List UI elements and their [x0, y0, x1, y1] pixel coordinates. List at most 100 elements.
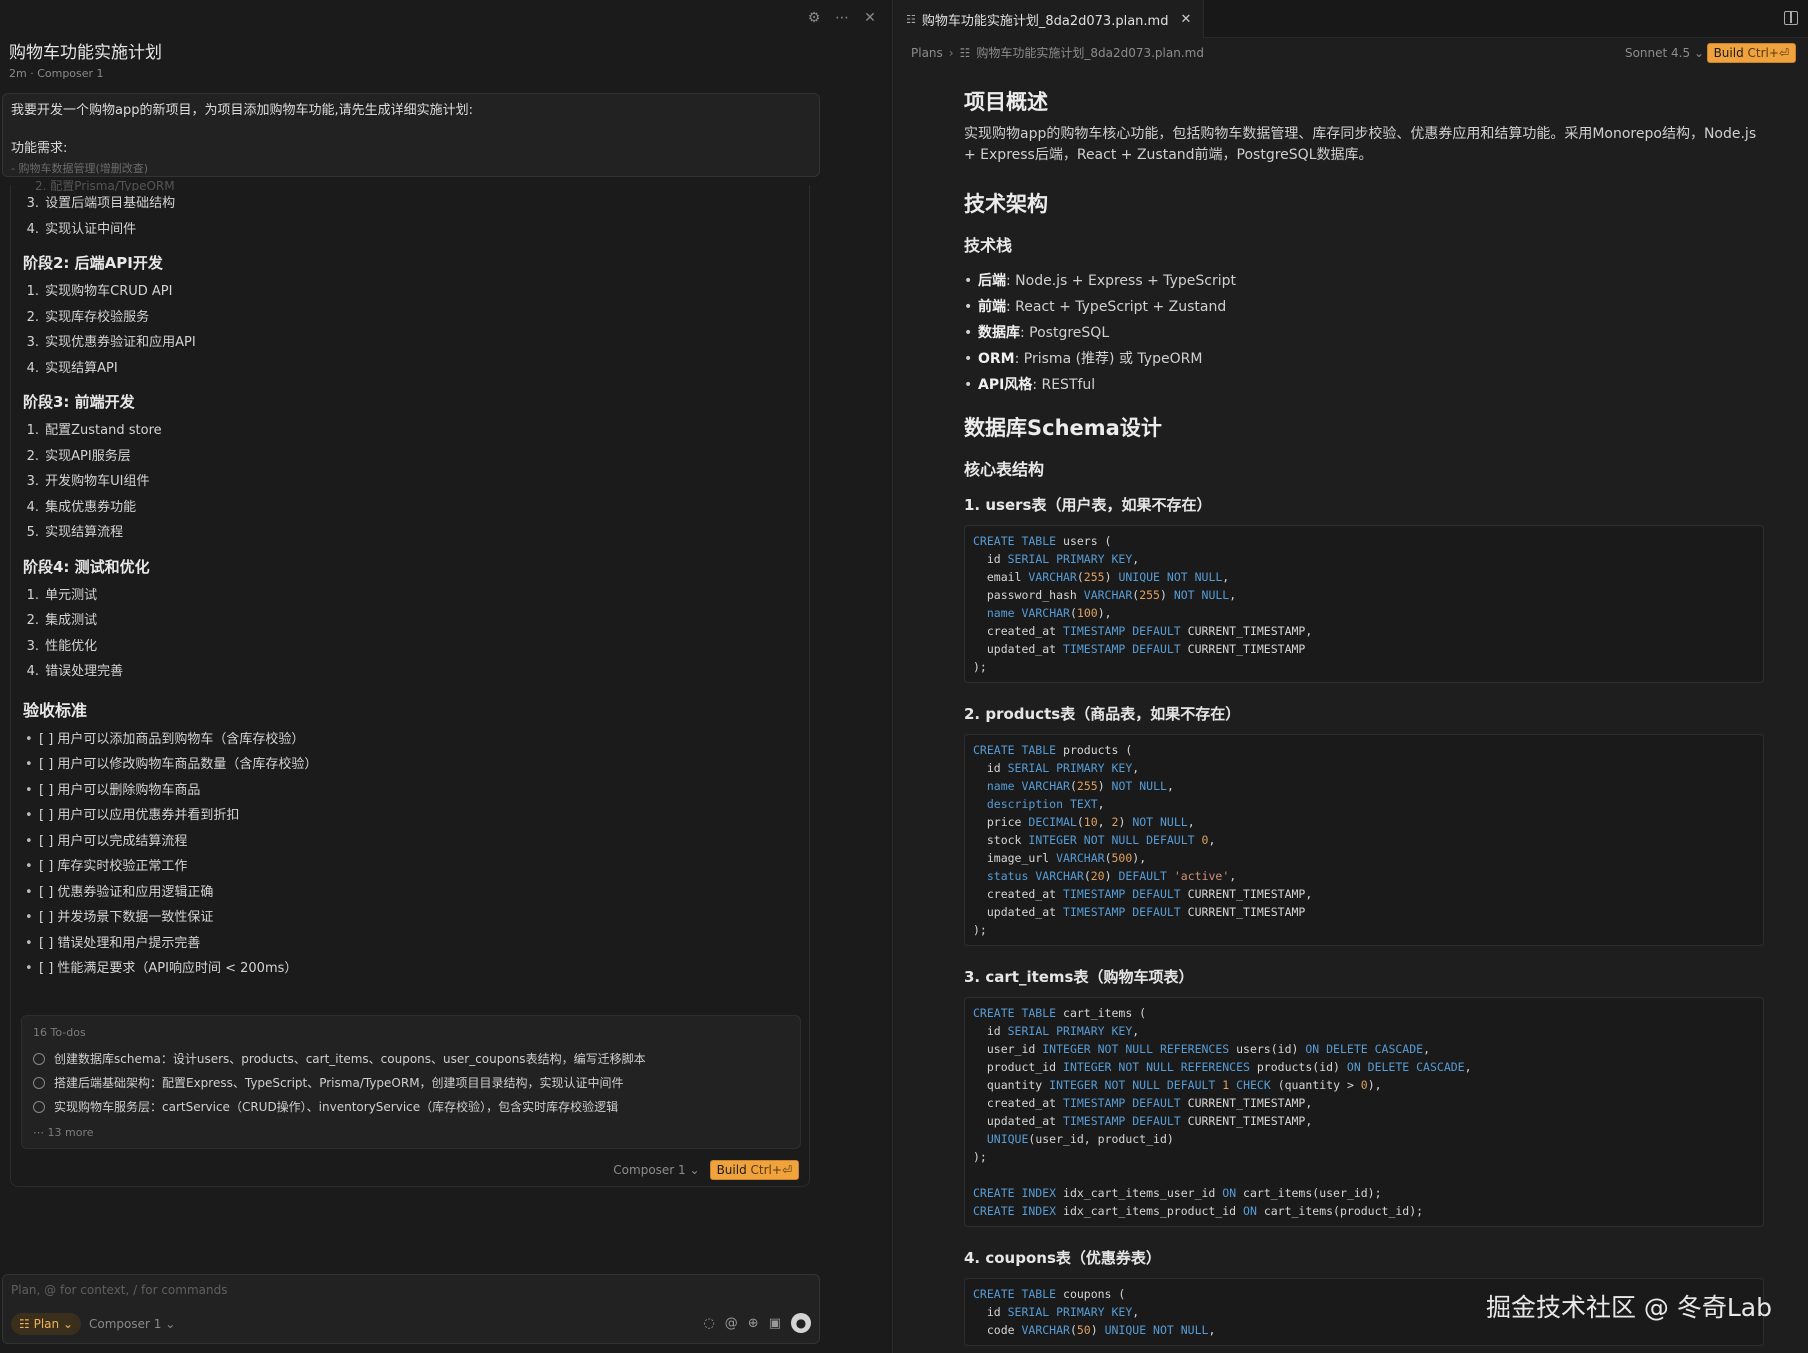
- todos-more-label: 13 more: [47, 1126, 94, 1139]
- todo-checkbox-icon[interactable]: [33, 1076, 45, 1089]
- split-editor-icon[interactable]: [1784, 11, 1798, 25]
- todo-checkbox-icon[interactable]: [33, 1052, 45, 1065]
- build-button[interactable]: Build Ctrl+⏎: [709, 1160, 799, 1180]
- step-text: 配置Zustand store: [45, 423, 162, 438]
- at-mention-icon[interactable]: @: [725, 1316, 738, 1331]
- stack-item: • 前端: React + TypeScript + Zustand: [964, 294, 1764, 320]
- step-text: 开发购物车UI组件: [45, 474, 150, 489]
- acceptance-text: [ ] 用户可以添加商品到购物车（含库存校验）: [39, 731, 305, 747]
- step-text: 集成优惠券功能: [45, 499, 137, 515]
- plan-step: 3. 开发购物车UI组件: [23, 469, 803, 495]
- stack-value: : PostgreSQL: [1020, 325, 1110, 341]
- step-number: 1.: [26, 423, 39, 438]
- code-block: CREATE TABLE products ( id SERIAL PRIMAR…: [964, 734, 1764, 946]
- acceptance-item: • [ ] 性能满足要求（API响应时间 < 200ms）: [23, 956, 803, 982]
- stack-key: 数据库: [978, 325, 1020, 341]
- plan-step: 4. 错误处理完善: [23, 659, 803, 685]
- bullet-icon: •: [25, 782, 33, 798]
- acceptance-text: [ ] 用户可以修改购物车商品数量（含库存校验）: [39, 757, 318, 772]
- build-shortcut: Ctrl+⏎: [750, 1163, 792, 1177]
- microphone-icon[interactable]: ●: [791, 1313, 811, 1333]
- build-button[interactable]: Build Ctrl+⏎: [1706, 43, 1796, 63]
- bullet-icon: •: [964, 377, 973, 393]
- plan-step: 2. 集成测试: [23, 608, 803, 634]
- doc-heading: 数据库Schema设计: [964, 416, 1162, 440]
- step-number: 4.: [26, 664, 39, 679]
- model-selector[interactable]: Sonnet 4.5 ⌄: [1625, 46, 1704, 60]
- plan-card: 2. 配置Prisma/TypeORM 3. 设置后端项目基础结构 4. 实现认证…: [10, 179, 810, 1187]
- bullet-icon: •: [25, 731, 33, 747]
- plan-step: 1. 实现购物车CRUD API: [23, 279, 803, 305]
- build-button-label: Build: [1713, 46, 1744, 60]
- acceptance-item: • [ ] 库存实时校验正常工作: [23, 854, 803, 880]
- step-text: 实现API服务层: [45, 448, 131, 464]
- todos-more-link[interactable]: ⋯ 13 more: [33, 1126, 94, 1139]
- step-number: 4.: [26, 221, 39, 237]
- phase-heading: 阶段4: 测试和优化: [23, 557, 150, 576]
- tab-bar: ☷ 购物车功能实施计划_8da2d073.plan.md ✕: [894, 0, 1808, 38]
- stack-item: • 数据库: PostgreSQL: [964, 320, 1764, 346]
- user-message-line: 我要开发一个购物app的新项目，为项目添加购物车功能,请先生成详细实施计划:: [11, 103, 473, 118]
- breadcrumb-item[interactable]: Plans: [911, 46, 943, 60]
- acceptance-item: • [ ] 用户可以完成结算流程: [23, 829, 803, 855]
- plan-step: 3. 设置后端项目基础结构: [23, 191, 803, 217]
- composer-input[interactable]: Plan, @ for context, / for commands: [11, 1283, 227, 1297]
- step-number: 3.: [26, 335, 39, 350]
- chevron-down-icon: ⌄: [689, 1163, 700, 1177]
- chevron-right-icon: ›: [948, 45, 954, 60]
- acceptance-text: [ ] 并发场景下数据一致性保证: [39, 910, 214, 925]
- plan-step: 3. 性能优化: [23, 634, 803, 660]
- step-text: 实现结算流程: [45, 525, 124, 540]
- build-shortcut: Ctrl+⏎: [1747, 46, 1789, 60]
- step-number: 5.: [26, 525, 39, 540]
- model-selector[interactable]: Composer 1 ⌄: [613, 1163, 699, 1177]
- plan-step: 5. 实现结算流程: [23, 520, 803, 546]
- acceptance-item: • [ ] 错误处理和用户提示完善: [23, 931, 803, 957]
- bullet-icon: •: [964, 325, 973, 341]
- chat-meta: 2m · Composer 1: [9, 67, 104, 80]
- todo-text: 实现购物车服务层：cartService（CRUD操作）、inventorySe…: [54, 1100, 619, 1114]
- composer-box[interactable]: Plan, @ for context, / for commands ☷ Pl…: [2, 1274, 820, 1344]
- doc-paragraph: 实现购物app的购物车核心功能，包括购物车数据管理、库存同步校验、优惠券应用和结…: [964, 126, 1757, 163]
- bullet-icon: •: [25, 757, 33, 772]
- table-heading: 3. cart_items表（购物车项表）: [964, 968, 1194, 986]
- settings-icon[interactable]: ⚙: [806, 10, 822, 26]
- plan-step: 1. 配置Zustand store: [23, 418, 803, 444]
- todo-checkbox-icon[interactable]: [33, 1100, 45, 1113]
- acceptance-text: [ ] 优惠券验证和应用逻辑正确: [39, 884, 214, 900]
- model-selector-label: Sonnet 4.5: [1624, 46, 1691, 60]
- todo-item[interactable]: 创建数据库schema：设计users、products、cart_items、…: [33, 1050, 646, 1067]
- close-icon[interactable]: ✕: [862, 10, 878, 26]
- step-text: 实现库存校验服务: [45, 309, 150, 325]
- tab-plan-file[interactable]: ☷ 购物车功能实施计划_8da2d073.plan.md ✕: [894, 0, 1205, 38]
- stack-key: ORM: [978, 351, 1015, 367]
- user-message[interactable]: 我要开发一个购物app的新项目，为项目添加购物车功能,请先生成详细实施计划: 功…: [2, 93, 820, 177]
- more-icon[interactable]: ⋯: [834, 10, 850, 26]
- acceptance-text: [ ] 用户可以删除购物车商品: [39, 782, 201, 798]
- acceptance-text: [ ] 库存实时校验正常工作: [39, 859, 188, 874]
- stack-value: : RESTful: [1032, 377, 1096, 393]
- close-tab-icon[interactable]: ✕: [1180, 12, 1191, 27]
- breadcrumb-item[interactable]: 购物车功能实施计划_8da2d073.plan.md: [976, 44, 1204, 61]
- breadcrumb: Plans › ☷ 购物车功能实施计划_8da2d073.plan.md: [911, 44, 1204, 61]
- stack-key: 后端: [978, 273, 1006, 289]
- tab-label: 购物车功能实施计划_8da2d073.plan.md: [921, 13, 1169, 29]
- plan-mode-selector[interactable]: ☷ Plan ⌄: [11, 1313, 82, 1335]
- stack-value: : Prisma (推荐) 或 TypeORM: [1014, 351, 1203, 367]
- ellipsis-icon: ⋯: [33, 1126, 44, 1139]
- bullet-icon: •: [25, 859, 33, 874]
- composer-model-selector[interactable]: Composer 1 ⌄: [89, 1317, 175, 1331]
- step-number: 2.: [26, 448, 39, 464]
- todos-header: 16 To-dos: [33, 1026, 86, 1039]
- table-heading: 4. coupons表（优惠券表）: [964, 1249, 1161, 1267]
- step-number: 2.: [26, 309, 39, 325]
- step-number: 3.: [26, 196, 39, 211]
- image-icon[interactable]: ▣: [769, 1316, 781, 1331]
- todo-item[interactable]: 搭建后端基础架构：配置Express、TypeScript、Prisma/Typ…: [33, 1074, 624, 1091]
- markdown-document: 项目概述 实现购物app的购物车核心功能，包括购物车数据管理、库存同步校验、优惠…: [964, 86, 1764, 1353]
- globe-icon[interactable]: ⊕: [748, 1316, 759, 1331]
- acceptance-text: [ ] 错误处理和用户提示完善: [39, 935, 201, 951]
- doc-subheading: 技术栈: [964, 236, 1013, 255]
- todo-text: 创建数据库schema：设计users、products、cart_items、…: [54, 1052, 646, 1066]
- todo-item[interactable]: 实现购物车服务层：cartService（CRUD操作）、inventorySe…: [33, 1098, 618, 1115]
